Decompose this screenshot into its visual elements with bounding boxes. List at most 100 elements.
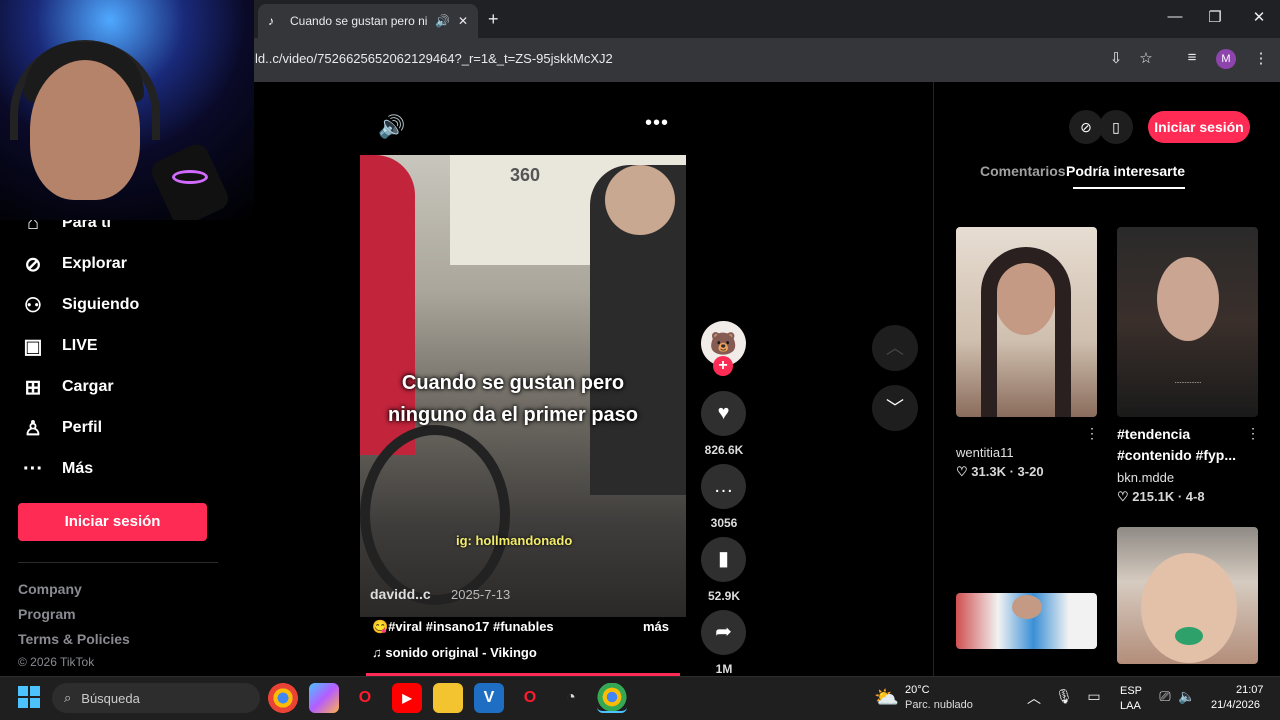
bookmark-star-icon[interactable]: ☆ bbox=[1135, 49, 1157, 67]
clock-date[interactable]: 21/4/2026 bbox=[1211, 699, 1260, 711]
obs-icon[interactable]: ◔ bbox=[556, 683, 586, 713]
webcam-overlay bbox=[0, 0, 254, 220]
video-description[interactable]: 😋#viral #insano17 #funables bbox=[372, 619, 554, 635]
network-icon[interactable]: ⎚ bbox=[1154, 688, 1176, 705]
video-date: 2025-7-13 bbox=[451, 587, 511, 602]
face-shape bbox=[30, 60, 140, 200]
like-button[interactable]: ♥ bbox=[701, 391, 746, 436]
weather-icon[interactable]: ⛅ bbox=[874, 685, 899, 710]
nav-label: LIVE bbox=[62, 337, 98, 354]
hair-shape bbox=[981, 247, 1071, 417]
browser-tab[interactable]: ♪ Cuando se gustan pero ninguno da el pr… bbox=[258, 4, 478, 38]
file-explorer-icon[interactable] bbox=[433, 683, 463, 713]
restore-icon[interactable]: ❐ bbox=[1200, 8, 1230, 26]
comment-icon: … bbox=[713, 475, 734, 497]
login-button[interactable]: Iniciar sesión bbox=[18, 503, 207, 541]
youtube-icon[interactable]: ▶ bbox=[392, 683, 422, 713]
card-user[interactable]: bkn.mdde bbox=[1117, 470, 1174, 485]
comment-count: 3056 bbox=[710, 516, 738, 530]
profile-avatar[interactable]: M bbox=[1216, 49, 1236, 69]
nav-item-mas[interactable]: ··· Más bbox=[20, 454, 93, 484]
footer-link-company[interactable]: Company bbox=[18, 581, 82, 597]
save-button[interactable]: ▮ bbox=[701, 537, 746, 582]
card-stats: ♡ 215.1K · 4-8 bbox=[1117, 489, 1205, 504]
keyboard-icon[interactable]: ▭ bbox=[1083, 688, 1105, 705]
nav-item-perfil[interactable]: ♙ Perfil bbox=[20, 413, 102, 443]
chrome-active-icon[interactable] bbox=[597, 683, 627, 713]
previous-video-button[interactable]: ︿ bbox=[872, 325, 918, 371]
card-user[interactable]: wentitia11 bbox=[956, 445, 1014, 460]
close-window-icon[interactable]: ✕ bbox=[1244, 8, 1274, 26]
close-tab-icon[interactable]: ✕ bbox=[458, 14, 468, 28]
video-author[interactable]: davidd..c bbox=[370, 586, 431, 602]
divider bbox=[18, 562, 218, 563]
compass-icon[interactable]: ⊘ bbox=[1069, 110, 1103, 144]
copilot-icon[interactable] bbox=[309, 683, 339, 713]
nav-label: Explorar bbox=[62, 255, 127, 272]
copyright: © 2026 TikTok bbox=[18, 655, 95, 669]
chrome-icon[interactable] bbox=[268, 683, 298, 713]
card-stats: ♡ 31.3K · 3-20 bbox=[956, 464, 1044, 479]
card-menu-icon[interactable]: ⋮ bbox=[1085, 425, 1099, 442]
nav-item-live[interactable]: ▣ LIVE bbox=[20, 331, 98, 361]
language-layout[interactable]: LAA bbox=[1120, 700, 1141, 712]
tray-chevron-up-icon[interactable]: ︿ bbox=[1023, 688, 1045, 708]
comment-button[interactable]: … bbox=[701, 464, 746, 509]
minimize-icon[interactable]: — bbox=[1160, 8, 1190, 25]
follow-plus-icon[interactable]: + bbox=[713, 356, 733, 376]
login-button-right[interactable]: Iniciar sesión bbox=[1148, 111, 1250, 143]
windows-start-icon[interactable] bbox=[18, 686, 40, 708]
footer-link-program[interactable]: Program bbox=[18, 606, 76, 622]
video-sound[interactable]: ♫ sonido original - Vikingo bbox=[372, 645, 537, 660]
mic-light-ring bbox=[172, 170, 208, 184]
tab-suggestions[interactable]: Podría interesarte bbox=[1066, 163, 1185, 179]
opera-gx-icon[interactable]: O bbox=[515, 683, 545, 713]
face-shape bbox=[1157, 257, 1219, 341]
browser-menu-icon[interactable]: ⋮ bbox=[1250, 49, 1272, 67]
face-shape bbox=[1012, 595, 1042, 619]
language-code[interactable]: ESP bbox=[1120, 685, 1142, 697]
bookmark-icon: ▮ bbox=[717, 548, 729, 570]
video-thumbnail[interactable] bbox=[956, 227, 1097, 417]
description-more-link[interactable]: más bbox=[643, 619, 669, 634]
card-likes: 215.1K bbox=[1132, 489, 1175, 504]
share-button[interactable]: ➦ bbox=[701, 610, 746, 655]
card-date: 3-20 bbox=[1017, 464, 1044, 479]
nav-label: Más bbox=[62, 460, 94, 477]
microphone-icon[interactable]: 🎙 bbox=[1053, 688, 1075, 705]
url-input[interactable]: ld..c/video/7526625652062129464?_r=1&_t=… bbox=[255, 51, 613, 66]
card-menu-icon[interactable]: ⋮ bbox=[1246, 425, 1260, 442]
v-app-icon[interactable]: V bbox=[474, 683, 504, 713]
install-app-icon[interactable]: ⇩ bbox=[1105, 49, 1127, 67]
nav-item-explorar[interactable]: ⊘ Explorar bbox=[20, 249, 127, 279]
media-control-icon[interactable]: ≡ bbox=[1181, 49, 1203, 66]
upload-icon: ⊞ bbox=[24, 376, 42, 399]
nav-item-siguiendo[interactable]: ⚇ Siguiendo bbox=[20, 290, 139, 320]
video-thumbnail[interactable] bbox=[956, 593, 1097, 649]
chevron-up-icon: ︿ bbox=[886, 338, 904, 358]
footer-link-terms[interactable]: Terms & Policies bbox=[18, 631, 130, 647]
panel-divider bbox=[933, 82, 934, 676]
wheelchair-wheel-shape bbox=[360, 425, 510, 605]
device-icon[interactable]: ▯ bbox=[1099, 110, 1133, 144]
video-thumbnail[interactable] bbox=[1117, 527, 1258, 664]
card-title[interactable]: #tendencia #contenido #fyp... bbox=[1117, 424, 1247, 466]
clock-time[interactable]: 21:07 bbox=[1236, 684, 1264, 696]
share-count: 1M bbox=[715, 662, 733, 676]
heart-icon: ♥ bbox=[717, 402, 730, 424]
volume-tray-icon[interactable]: 🔈 bbox=[1176, 688, 1198, 705]
tab-comments[interactable]: Comentarios bbox=[980, 163, 1066, 179]
chevron-down-icon: ﹀ bbox=[886, 398, 904, 418]
taskbar-search[interactable]: ⌕ Búsqueda bbox=[52, 683, 260, 713]
card-likes: 31.3K bbox=[971, 464, 1006, 479]
more-options-icon[interactable]: ••• bbox=[645, 112, 669, 135]
nav-item-cargar[interactable]: ⊞ Cargar bbox=[20, 372, 114, 402]
next-video-button[interactable]: ﹀ bbox=[872, 385, 918, 431]
profile-icon: ♙ bbox=[24, 417, 42, 440]
speaker-icon[interactable]: 🔊 bbox=[435, 14, 450, 28]
opera-icon[interactable]: O bbox=[350, 683, 380, 713]
volume-icon[interactable]: 🔊 bbox=[378, 114, 405, 140]
video-thumbnail[interactable]: ................ bbox=[1117, 227, 1258, 417]
new-tab-button[interactable]: + bbox=[488, 9, 499, 30]
compass-icon: ⊘ bbox=[24, 253, 42, 276]
